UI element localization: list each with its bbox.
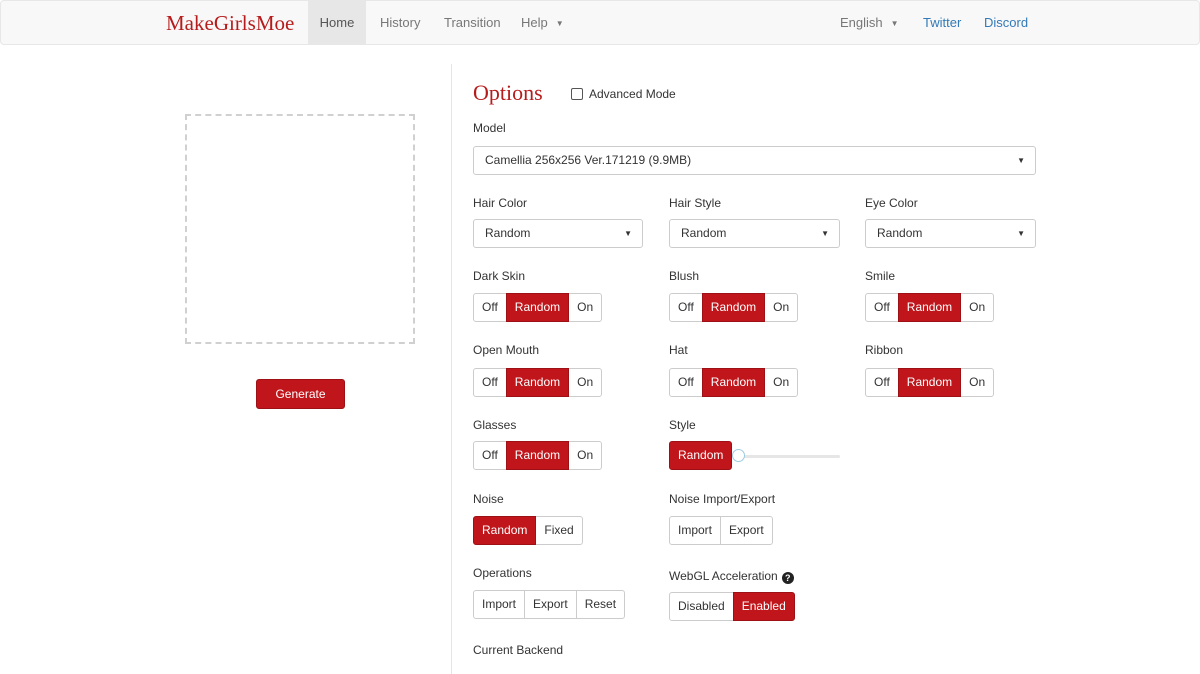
webgl-label-wrap: WebGL Acceleration? [669, 569, 794, 584]
open-mouth-label: Open Mouth [473, 343, 540, 357]
current-backend-label: Current Backend [473, 643, 564, 657]
webgl-disabled-button[interactable]: Disabled [669, 592, 734, 621]
blush-off-button[interactable]: Off [669, 293, 703, 322]
ribbon-toggle-group: Off Random On [865, 368, 995, 397]
glasses-label: Glasses [473, 418, 517, 432]
operations-reset-button[interactable]: Reset [575, 590, 626, 619]
advanced-mode-checkbox[interactable] [571, 88, 583, 100]
smile-random-button[interactable]: Random [897, 293, 962, 322]
nav-discord-link[interactable]: Discord [984, 1, 1028, 45]
noise-fixed-button[interactable]: Fixed [535, 516, 583, 545]
webgl-label: WebGL Acceleration [669, 569, 778, 583]
hair-color-label: Hair Color [473, 196, 528, 210]
glasses-on-button[interactable]: On [568, 441, 603, 470]
model-select-value: Camellia 256x256 Ver.171219 (9.9MB) [485, 153, 692, 167]
glasses-toggle-group: Off Random On [473, 441, 603, 470]
hat-random-button[interactable]: Random [701, 368, 766, 397]
advanced-mode-toggle[interactable]: Advanced Mode [571, 87, 676, 101]
glasses-off-button[interactable]: Off [473, 441, 507, 470]
nav-home[interactable]: Home [308, 1, 366, 45]
dark-skin-on-button[interactable]: On [568, 293, 603, 322]
ribbon-random-button[interactable]: Random [897, 368, 962, 397]
dark-skin-toggle-group: Off Random On [473, 293, 603, 322]
noise-random-button[interactable]: Random [473, 516, 537, 545]
open-mouth-random-button[interactable]: Random [505, 368, 570, 397]
hat-label: Hat [669, 343, 688, 357]
options-title: Options [473, 80, 543, 105]
ribbon-on-button[interactable]: On [960, 368, 995, 397]
operations-import-button[interactable]: Import [473, 590, 526, 619]
style-toggle-group: Random [669, 441, 733, 470]
hat-on-button[interactable]: On [764, 368, 799, 397]
question-circle-icon[interactable]: ? [781, 572, 794, 584]
operations-export-button[interactable]: Export [524, 590, 577, 619]
eye-color-select[interactable]: Random ▼ [865, 219, 1036, 248]
model-label: Model [473, 121, 506, 135]
caret-down-icon: ▼ [890, 19, 899, 28]
generate-button[interactable]: Generate [256, 379, 345, 409]
operations-button-group: Import Export Reset [473, 590, 626, 619]
noise-toggle-group: Random Fixed [473, 516, 583, 545]
eye-color-value: Random [877, 226, 923, 240]
ribbon-off-button[interactable]: Off [865, 368, 899, 397]
dark-skin-off-button[interactable]: Off [473, 293, 507, 322]
dark-skin-random-button[interactable]: Random [505, 293, 570, 322]
style-slider-handle[interactable] [732, 449, 745, 462]
smile-toggle-group: Off Random On [865, 293, 995, 322]
open-mouth-off-button[interactable]: Off [473, 368, 507, 397]
eye-color-label: Eye Color [865, 196, 918, 210]
hat-off-button[interactable]: Off [669, 368, 703, 397]
style-random-button[interactable]: Random [669, 441, 733, 470]
smile-label: Smile [865, 269, 896, 283]
nav-language-label: English [840, 15, 883, 30]
noise-import-button[interactable]: Import [669, 516, 722, 545]
ribbon-label: Ribbon [865, 343, 904, 357]
open-mouth-on-button[interactable]: On [568, 368, 603, 397]
caret-down-icon: ▼ [821, 229, 829, 238]
nav-language-dropdown[interactable]: English ▼ [840, 1, 899, 45]
hair-color-value: Random [485, 226, 531, 240]
smile-off-button[interactable]: Off [865, 293, 899, 322]
nav-help-label: Help [521, 15, 548, 30]
navbar: MakeGirlsMoe Home History Transition Hel… [0, 0, 1200, 45]
noise-io-label: Noise Import/Export [669, 492, 776, 506]
nav-history[interactable]: History [380, 1, 420, 45]
operations-label: Operations [473, 566, 532, 580]
hair-style-select[interactable]: Random ▼ [669, 219, 840, 248]
hat-toggle-group: Off Random On [669, 368, 799, 397]
noise-export-button[interactable]: Export [720, 516, 773, 545]
noise-label: Noise [473, 492, 504, 506]
dark-skin-label: Dark Skin [473, 269, 526, 283]
blush-label: Blush [669, 269, 700, 283]
open-mouth-toggle-group: Off Random On [473, 368, 603, 397]
caret-down-icon: ▼ [1017, 229, 1025, 238]
blush-random-button[interactable]: Random [701, 293, 766, 322]
caret-down-icon: ▼ [555, 19, 564, 28]
column-divider [451, 64, 452, 674]
model-select[interactable]: Camellia 256x256 Ver.171219 (9.9MB) ▼ [473, 146, 1036, 175]
blush-on-button[interactable]: On [764, 293, 799, 322]
noise-io-button-group: Import Export [669, 516, 773, 545]
style-slider-track[interactable] [733, 455, 840, 458]
brand-logo[interactable]: MakeGirlsMoe [166, 11, 294, 36]
hair-style-label: Hair Style [669, 196, 722, 210]
caret-down-icon: ▼ [1017, 156, 1025, 165]
webgl-enabled-button[interactable]: Enabled [732, 592, 795, 621]
webgl-toggle-group: Disabled Enabled [669, 592, 795, 621]
image-canvas-placeholder [185, 114, 415, 344]
style-label: Style [669, 418, 696, 432]
nav-transition[interactable]: Transition [444, 1, 501, 45]
hair-style-value: Random [681, 226, 727, 240]
glasses-random-button[interactable]: Random [505, 441, 570, 470]
hair-color-select[interactable]: Random ▼ [473, 219, 643, 248]
nav-help-dropdown[interactable]: Help ▼ [521, 1, 564, 45]
blush-toggle-group: Off Random On [669, 293, 799, 322]
nav-twitter-link[interactable]: Twitter [923, 1, 961, 45]
smile-on-button[interactable]: On [960, 293, 995, 322]
advanced-mode-label: Advanced Mode [589, 87, 676, 101]
caret-down-icon: ▼ [624, 229, 632, 238]
